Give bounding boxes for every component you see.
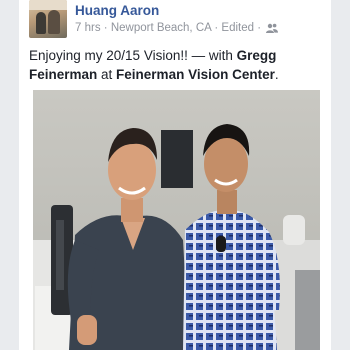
post-header: Huang Aaron 7 hrs · Newport Beach, CA · … [29, 0, 329, 40]
status-prefix: Enjoying my 20/15 Vision!! — with [29, 48, 237, 63]
status-text: Enjoying my 20/15 Vision!! — with Gregg … [29, 46, 325, 84]
place-link[interactable]: Feinerman Vision Center [116, 67, 275, 82]
post-location[interactable]: Newport Beach, CA [111, 22, 211, 34]
author-avatar[interactable] [29, 0, 67, 38]
edited-label[interactable]: Edited [221, 22, 254, 34]
meta-separator: · [254, 22, 265, 34]
author-name[interactable]: Huang Aaron [75, 3, 159, 18]
post-meta: 7 hrs · Newport Beach, CA · Edited · [75, 22, 279, 36]
status-period: . [274, 67, 279, 82]
friends-icon[interactable] [266, 23, 279, 36]
meta-separator: · [100, 22, 111, 34]
status-at: at [97, 67, 117, 82]
meta-separator: · [211, 22, 222, 34]
post-card: Huang Aaron 7 hrs · Newport Beach, CA · … [19, 0, 331, 350]
post-photo[interactable] [33, 90, 320, 350]
post-time[interactable]: 7 hrs [75, 22, 101, 34]
